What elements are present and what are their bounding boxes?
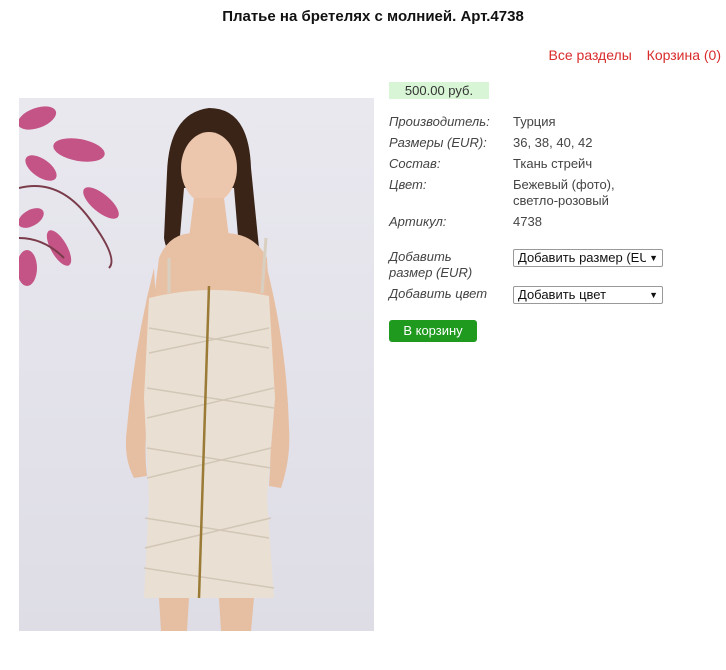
size-select-value: Добавить размер (EUR): [518, 250, 646, 265]
dress-illustration: [19, 106, 290, 631]
color-select-value: Добавить цвет: [518, 287, 607, 302]
page-title: Платье на бретелях с молнией. Арт.4738: [222, 8, 524, 25]
property-key: Артикул:: [389, 214, 447, 229]
property-value: Бежевый (фото), светло-розовый: [513, 177, 615, 209]
add-size-label: Добавить размер (EUR): [389, 249, 472, 281]
add-size-label-line1: Добавить: [389, 249, 452, 264]
add-size-label-line2: размер (EUR): [389, 265, 473, 280]
size-select[interactable]: Добавить размер (EUR) ▼: [513, 249, 663, 267]
color-value-line2: светло-розовый: [513, 193, 609, 208]
top-nav: Все разделы Корзина (0): [538, 47, 721, 63]
property-key: Производитель:: [389, 114, 490, 129]
property-key: Цвет:: [389, 177, 427, 192]
add-color-label: Добавить цвет: [389, 286, 488, 301]
color-select[interactable]: Добавить цвет ▼: [513, 286, 663, 304]
color-value-line1: Бежевый (фото),: [513, 177, 615, 192]
dropdown-arrow-icon: ▼: [649, 290, 658, 300]
property-value: Турция: [513, 114, 556, 129]
all-sections-link[interactable]: Все разделы: [549, 47, 632, 63]
property-key: Состав:: [389, 156, 441, 171]
price-badge: 500.00 руб.: [389, 82, 489, 99]
property-value: Ткань стрейч: [513, 156, 593, 171]
cart-link[interactable]: Корзина (0): [647, 47, 721, 63]
add-to-cart-button[interactable]: В корзину: [389, 320, 477, 342]
property-value: 36, 38, 40, 42: [513, 135, 593, 150]
property-value: 4738: [513, 214, 542, 229]
dropdown-arrow-icon: ▼: [649, 253, 658, 263]
property-key: Размеры (EUR):: [389, 135, 487, 150]
product-photo: [19, 98, 374, 631]
